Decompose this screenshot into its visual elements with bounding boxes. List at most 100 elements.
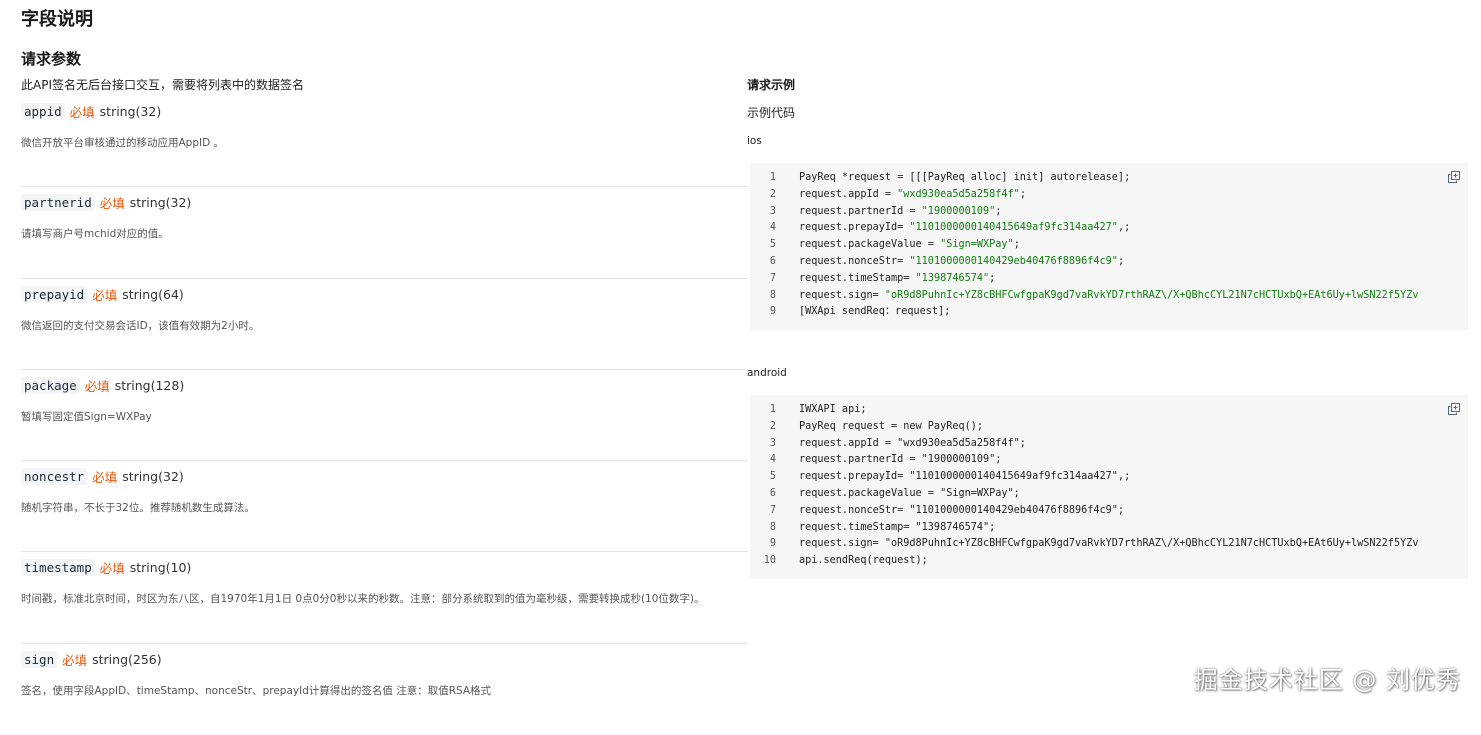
code-text: request.timeStamp= "1398746574";	[799, 521, 996, 533]
param-type: string(10)	[129, 560, 192, 576]
line-number: 2	[769, 420, 776, 432]
line-number: 7	[769, 272, 776, 284]
string-literal: "1398746574"	[915, 272, 990, 284]
code-text: request.sign= "oR9d8PuhnIc+YZ8cBHFCwfgpa…	[799, 538, 1419, 550]
code-text: request.partnerId = "1900000109";	[799, 204, 1001, 221]
code-text: request.timeStamp= "1398746574";	[799, 271, 995, 288]
line-number: 5	[769, 471, 776, 483]
code-line: 2 request.appId = "wxd930ea5d5a258f4f";	[750, 187, 1468, 204]
required-badge: 必填	[92, 470, 118, 486]
param-appid: appid 必填 string(32) 微信开放平台审核通过的移动应用AppID…	[21, 96, 748, 188]
param-desc: 暂填写固定值Sign=WXPay	[21, 410, 152, 423]
code-line: 5 request.packageValue = "Sign=WXPay";	[750, 237, 1468, 254]
copy-icon[interactable]	[1448, 171, 1460, 183]
required-badge: 必填	[62, 652, 88, 668]
code-text: api.sendReq(request);	[799, 555, 928, 567]
code-suffix: ;	[1019, 188, 1026, 200]
param-timestamp: timestamp 必填 string(10) 时间戳，标准北京时间，时区为东八…	[21, 552, 748, 644]
line-number: 9	[769, 306, 776, 318]
code-line: 7 request.nonceStr= "1101000000140429eb40…	[750, 503, 1468, 520]
request-example-title: 请求示例	[747, 78, 796, 92]
required-badge: 必填	[99, 561, 125, 577]
code-line: 3 request.appId = "wxd930ea5d5a258f4f";	[750, 436, 1468, 453]
param-sign: sign 必填 string(256) 签名，使用字段AppID、timeSta…	[21, 644, 748, 735]
line-number: 1	[769, 404, 776, 415]
param-desc: 签名，使用字段AppID、timeStamp、nonceStr、prepayId…	[21, 684, 492, 697]
code-suffix: ;	[995, 205, 1002, 217]
line-number: 3	[769, 437, 776, 449]
string-literal: "oR9d8PuhnIc+YZ8cBHFCwfgpaK9gd7vaRvkYD7r…	[884, 289, 1419, 301]
code-text: request.partnerId = "1900000109";	[799, 454, 1002, 466]
code-suffix: ;	[989, 272, 996, 284]
line-number: 1	[769, 172, 776, 183]
code-line: 6 request.nonceStr= "1101000000140429eb40…	[750, 254, 1468, 271]
code-text: request.sign= "oR9d8PuhnIc+YZ8cBHFCwfgpa…	[799, 288, 1418, 305]
code-text: request.prepayId= "1101000000140415649af…	[799, 220, 1130, 237]
param-partnerid: partnerid 必填 string(32) 请填写商户号mchid对应的值。	[21, 187, 748, 279]
code-line: 4 request.partnerId = "1900000109";	[750, 452, 1468, 469]
code-text: PayReq request = new PayReq();	[799, 420, 984, 432]
line-number: 7	[769, 504, 776, 516]
code-block-android: 1 IWXAPI api; 2 PayReq request = new PayReq…	[750, 395, 1468, 579]
code-line: 1 PayReq *request = [[[PayReq alloc] init…	[750, 170, 1468, 187]
copy-icon[interactable]	[1448, 403, 1460, 415]
code-text: request.packageValue = "Sign=WXPay";	[799, 237, 1020, 254]
line-number: 8	[769, 521, 776, 533]
code-text: request.appId = "wxd930ea5d5a258f4f";	[799, 437, 1026, 449]
code-text: request.appId = "wxd930ea5d5a258f4f";	[799, 187, 1026, 204]
param-type: string(32)	[99, 104, 162, 119]
param-name: sign	[21, 650, 58, 668]
line-number: 3	[769, 205, 776, 217]
code-text: request.nonceStr= "1101000000140429eb404…	[799, 504, 1125, 516]
code-suffix: ;	[1013, 239, 1020, 251]
string-literal: "Sign=WXPay"	[940, 239, 1014, 251]
param-desc: 微信开放平台审核通过的移动应用AppID 。	[21, 137, 225, 149]
code-text: request.packageValue = "Sign=WXPay";	[799, 487, 1020, 499]
code-line: 5 request.prepayId= "1101000000140415649a…	[750, 469, 1468, 486]
code-prefix: request.sign=	[799, 289, 885, 301]
code-line: 9 request.sign= "oR9d8PuhnIc+YZ8cBHFCwfgp…	[750, 536, 1468, 553]
code-text: IWXAPI api;	[799, 404, 867, 415]
watermark: 掘金技术社区 @ 刘优秀	[1193, 666, 1461, 694]
string-literal: "1900000109"	[921, 205, 996, 217]
request-params-title: 请求参数	[21, 50, 82, 68]
page-title: 字段说明	[21, 9, 93, 30]
code-line: 3 request.partnerId = "1900000109";	[750, 204, 1468, 221]
param-type: string(32)	[122, 469, 184, 485]
param-desc: 时间戳，标准北京时间，时区为东八区，自1970年1月1日 0点0分0秒以来的秒数…	[21, 593, 705, 606]
code-line: 1 IWXAPI api;	[750, 402, 1468, 419]
code-line: 10 api.sendReq(request);	[750, 553, 1468, 570]
code-line: 6 request.packageValue = "Sign=WXPay";	[750, 486, 1468, 503]
code-line: 4 request.prepayId= "1101000000140415649a…	[750, 220, 1468, 237]
code-text: [WXApi sendReq：request];	[799, 306, 951, 318]
line-number: 2	[769, 188, 776, 200]
request-params-desc: 此API签名无后台接口交互，需要将列表中的数据签名	[21, 78, 304, 92]
line-number: 5	[769, 239, 776, 251]
param-name: timestamp	[21, 559, 95, 577]
string-literal: "wxd930ea5d5a258f4f"	[897, 188, 1020, 200]
code-text: PayReq *request = [[[PayReq alloc] init]…	[799, 172, 1131, 183]
code-prefix: request.appId =	[799, 188, 898, 200]
param-package: package 必填 string(128) 暂填写固定值Sign=WXPay	[21, 370, 748, 462]
param-name: prepayid	[21, 285, 88, 303]
param-name: package	[21, 376, 80, 394]
param-desc: 随机字符串，不长于32位。推荐随机数生成算法。	[21, 502, 255, 515]
string-literal: "1101000000140429eb40476f8896f4c9"	[909, 255, 1118, 267]
param-type: string(64)	[122, 286, 184, 302]
code-prefix: request.packageValue =	[799, 239, 941, 251]
code-line: 8 request.sign= "oR9d8PuhnIc+YZ8cBHFCwfgp…	[750, 288, 1468, 305]
line-number: 4	[769, 454, 776, 466]
platform-label-ios: ios	[747, 135, 762, 147]
required-badge: 必填	[69, 105, 95, 120]
required-badge: 必填	[99, 196, 125, 212]
line-number: 10	[763, 555, 776, 567]
line-number: 8	[769, 289, 776, 301]
string-literal: "1101000000140415649af9fc314aa427"	[909, 222, 1118, 234]
required-badge: 必填	[92, 287, 118, 303]
param-noncestr: noncestr 必填 string(32) 随机字符串，不长于32位。推荐随机…	[21, 461, 748, 553]
code-prefix: request.timeStamp=	[799, 272, 916, 284]
param-name: noncestr	[21, 468, 88, 486]
line-number: 6	[769, 255, 776, 267]
line-number: 4	[769, 222, 776, 234]
param-type: string(32)	[129, 195, 192, 211]
